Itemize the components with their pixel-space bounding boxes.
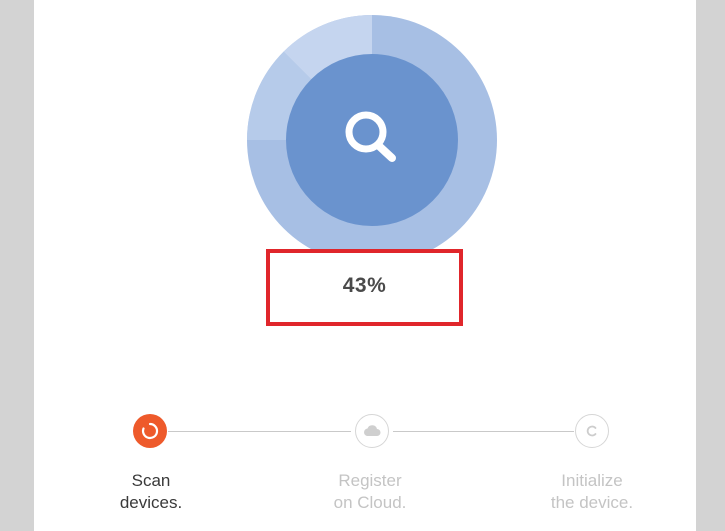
step-initialize-line1: Initialize xyxy=(561,471,623,490)
right-margin xyxy=(696,0,725,531)
cloud-icon xyxy=(364,425,381,436)
step-scan-line2: devices. xyxy=(119,493,183,512)
step-register-line1: Register xyxy=(338,471,402,490)
step-scan-indicator xyxy=(133,414,167,448)
step-connector-2 xyxy=(393,431,574,432)
scan-radar xyxy=(247,15,497,265)
step-scan-label: Scan devices. xyxy=(86,470,216,514)
copyright-c-icon xyxy=(586,425,597,437)
progress-highlight-box: 43% xyxy=(266,249,463,326)
step-register-indicator xyxy=(355,414,389,448)
left-margin xyxy=(0,0,34,531)
step-scan-line1: Scan xyxy=(131,471,171,490)
step-register-label: Register on Cloud. xyxy=(305,470,435,514)
progress-percent: 43% xyxy=(342,274,387,297)
step-initialize-label: Initialize the device. xyxy=(527,470,657,514)
step-initialize-indicator xyxy=(575,414,609,448)
step-register-line2: on Cloud. xyxy=(333,493,407,512)
radar-graphic xyxy=(247,15,497,265)
radar-inner-circle xyxy=(286,54,458,226)
step-connector-1 xyxy=(168,431,351,432)
step-initialize-line2: the device. xyxy=(550,493,634,512)
spinner-icon xyxy=(141,422,159,440)
